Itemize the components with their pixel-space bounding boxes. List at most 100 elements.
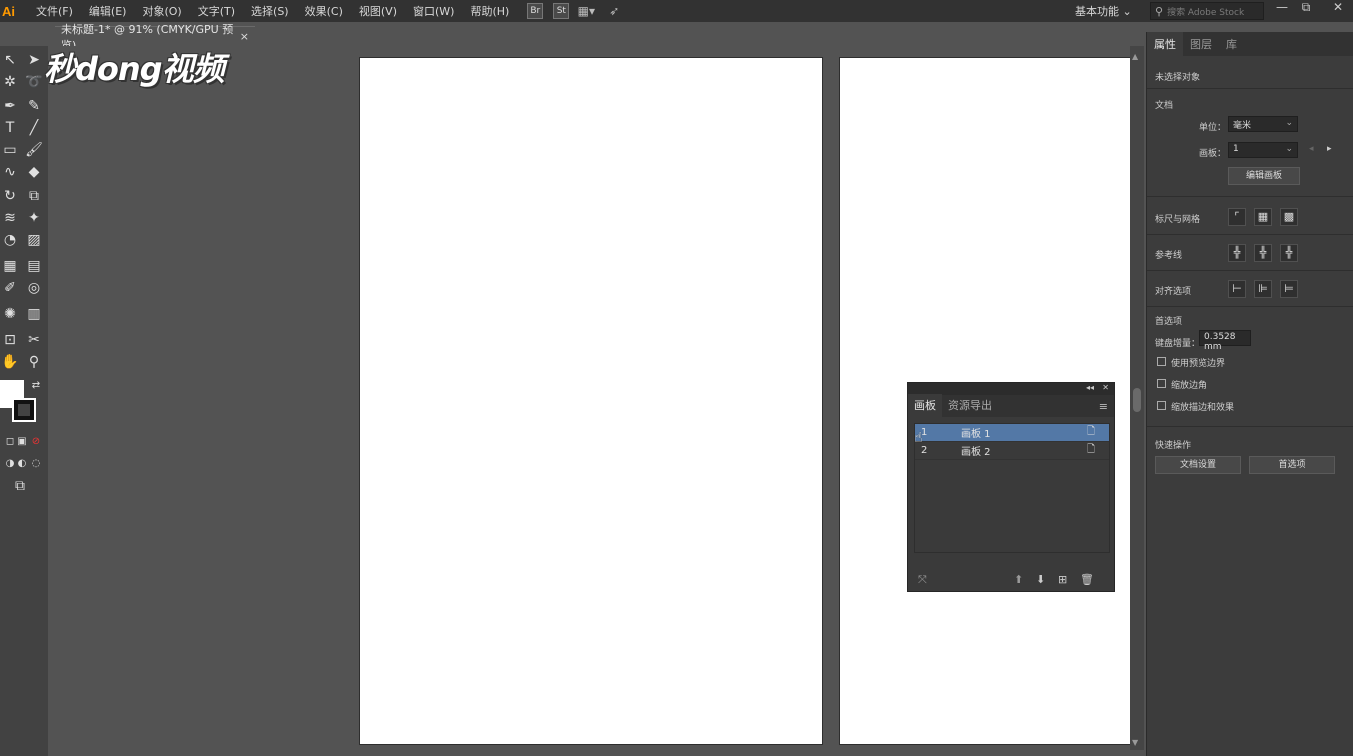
screen-mode-icon[interactable]: ⧉ <box>10 476 30 496</box>
document-setup-button[interactable]: 文档设置 <box>1155 456 1241 474</box>
blend-tool-icon[interactable]: ◎ <box>24 278 44 298</box>
zoom-tool-icon[interactable]: ⚲ <box>24 352 44 372</box>
divider <box>1147 306 1353 307</box>
smart-guides-icon[interactable]: ╬ <box>1280 244 1298 262</box>
shape-builder-tool-icon[interactable]: ◔ <box>0 230 20 250</box>
pen-tool-icon[interactable]: ✒ <box>0 96 20 116</box>
none-mode-icon[interactable]: ⊘ <box>26 432 46 452</box>
menu-help[interactable]: 帮助(H) <box>462 3 517 19</box>
curvature-tool-icon[interactable]: ✎ <box>24 96 44 116</box>
restore-button[interactable]: ⧉ <box>1294 0 1318 16</box>
menu-type[interactable]: 文字(T) <box>190 3 243 19</box>
scale-tool-icon[interactable]: ⧉ <box>24 186 44 206</box>
stock-search-input[interactable]: ⚲ 搜索 Adobe Stock <box>1150 2 1264 20</box>
delete-artboard-icon[interactable]: 🗑 <box>1080 573 1094 586</box>
edit-artboards-button[interactable]: 编辑画板 <box>1228 167 1300 185</box>
scroll-up-icon[interactable]: ▲ <box>1132 52 1138 61</box>
panel-menu-icon[interactable]: ≡ <box>1099 400 1108 413</box>
scroll-thumb[interactable] <box>1133 388 1141 412</box>
slice-tool-icon[interactable]: ✂ <box>24 330 44 350</box>
close-tab-icon[interactable]: × <box>240 30 249 43</box>
gpu-performance-icon[interactable]: ➶ <box>603 3 625 19</box>
preferences-button[interactable]: 首选项 <box>1249 456 1335 474</box>
lock-guides-icon[interactable]: ╬ <box>1254 244 1272 262</box>
rulers-icon[interactable]: ⌜ <box>1228 208 1246 226</box>
next-artboard-icon[interactable]: ▸ <box>1327 144 1332 154</box>
stock-icon[interactable]: St <box>553 3 570 19</box>
eyedropper-tool-icon[interactable]: ✐ <box>0 278 20 298</box>
tab-properties[interactable]: 属性 <box>1147 32 1183 56</box>
artboard-row-name[interactable]: 画板 2 <box>961 443 1087 458</box>
tab-asset-export[interactable]: 资源导出 <box>942 394 998 417</box>
artboard-select[interactable]: 1 ⌄ <box>1228 142 1298 158</box>
draw-inside-icon[interactable]: ◌ <box>26 454 46 474</box>
mesh-tool-icon[interactable]: ▦ <box>0 256 20 276</box>
artboard-options-icon[interactable]: 🗋 <box>1087 424 1109 441</box>
selection-tool-icon[interactable]: ↖ <box>0 50 20 70</box>
perspective-grid-tool-icon[interactable]: ▨ <box>24 230 44 250</box>
type-tool-icon[interactable]: T <box>0 118 20 138</box>
minimize-button[interactable]: — <box>1270 0 1294 16</box>
tab-artboards[interactable]: 画板 <box>908 394 942 417</box>
rotate-tool-icon[interactable]: ↻ <box>0 186 20 206</box>
keyboard-increment-input[interactable]: 0.3528 mm <box>1199 330 1251 352</box>
show-guides-icon[interactable]: ╬ <box>1228 244 1246 262</box>
document-tab[interactable]: 未标题-1* @ 91% (CMYK/GPU 预览) × <box>55 23 255 52</box>
use-preview-bounds-checkbox[interactable] <box>1157 357 1166 366</box>
scroll-down-icon[interactable]: ▼ <box>1132 738 1138 747</box>
grid-icon[interactable]: ▦ <box>1254 208 1272 226</box>
artboard-tool-icon[interactable]: ⊡ <box>0 330 20 350</box>
artboard-options-icon[interactable]: 🗋 <box>1087 442 1109 459</box>
workspace-switcher[interactable]: 基本功能 ⌄ <box>1075 3 1132 19</box>
hand-tool-icon[interactable]: ✋ <box>0 352 20 372</box>
move-up-icon[interactable]: ⬆ <box>1014 573 1023 586</box>
transparency-grid-icon[interactable]: ▩ <box>1280 208 1298 226</box>
scale-strokes-effects-checkbox[interactable] <box>1157 401 1166 410</box>
artboard-row-2[interactable]: 2 画板 2 🗋 <box>915 442 1109 460</box>
menu-object[interactable]: 对象(O) <box>134 3 189 19</box>
width-tool-icon[interactable]: ≋ <box>0 208 20 228</box>
puppet-warp-tool-icon[interactable]: ✦ <box>24 208 44 228</box>
gradient-tool-icon[interactable]: ▤ <box>24 256 44 276</box>
move-down-icon[interactable]: ⬇ <box>1036 573 1045 586</box>
shaper-tool-icon[interactable]: ∿ <box>0 162 20 182</box>
menu-window[interactable]: 窗口(W) <box>405 3 462 19</box>
direct-selection-tool-icon[interactable]: ➤ <box>24 50 44 70</box>
rectangle-tool-icon[interactable]: ▭ <box>0 140 20 160</box>
collapse-panel-icon[interactable]: ◂◂ <box>1086 383 1094 392</box>
swap-fill-stroke-icon[interactable]: ⇄ <box>26 376 46 396</box>
column-graph-tool-icon[interactable]: ▥ <box>24 304 44 324</box>
magic-wand-tool-icon[interactable]: ✲ <box>0 72 20 92</box>
stroke-color-swatch[interactable] <box>12 398 36 422</box>
lasso-tool-icon[interactable]: ➰ <box>24 72 44 92</box>
artboard-row-name[interactable]: 画板 1 <box>961 425 1087 440</box>
artboard-row-1[interactable]: 1 画板 1 🗋 <box>915 424 1109 442</box>
menu-select[interactable]: 选择(S) <box>243 3 297 19</box>
line-tool-icon[interactable]: ╱ <box>24 118 44 138</box>
arrange-documents-icon[interactable]: ▦▾ <box>575 3 597 19</box>
new-artboard-icon[interactable]: ⊞ <box>1058 573 1067 586</box>
units-select[interactable]: 毫米 ⌄ <box>1228 116 1298 132</box>
artboard-1[interactable] <box>360 58 822 744</box>
close-window-button[interactable]: ✕ <box>1326 0 1350 16</box>
previous-artboard-icon[interactable]: ◂ <box>1309 144 1314 154</box>
menu-edit[interactable]: 编辑(E) <box>81 3 135 19</box>
eraser-tool-icon[interactable]: ◆ <box>24 162 44 182</box>
snap-to-point-icon[interactable]: ⊢ <box>1228 280 1246 298</box>
preferences-section-title: 首选项 <box>1155 317 1183 327</box>
snap-to-pixel-icon[interactable]: ⊫ <box>1254 280 1272 298</box>
close-panel-icon[interactable]: ✕ <box>1102 383 1109 392</box>
bridge-icon[interactable]: Br <box>527 3 544 19</box>
scale-corners-label: 缩放边角 <box>1171 381 1208 391</box>
scale-corners-checkbox[interactable] <box>1157 379 1166 388</box>
rearrange-artboards-icon[interactable]: ⤧ <box>918 573 927 587</box>
tab-layers[interactable]: 图层 <box>1183 32 1219 56</box>
symbol-sprayer-tool-icon[interactable]: ✺ <box>0 304 20 324</box>
paintbrush-tool-icon[interactable]: 🖌 <box>24 140 44 160</box>
menu-file[interactable]: 文件(F) <box>28 3 81 19</box>
menu-effect[interactable]: 效果(C) <box>297 3 351 19</box>
tab-libraries[interactable]: 库 <box>1219 32 1244 56</box>
menu-view[interactable]: 视图(V) <box>351 3 405 19</box>
snap-to-glyph-icon[interactable]: ⊨ <box>1280 280 1298 298</box>
vertical-scrollbar[interactable]: ▲ ▼ <box>1130 46 1144 750</box>
